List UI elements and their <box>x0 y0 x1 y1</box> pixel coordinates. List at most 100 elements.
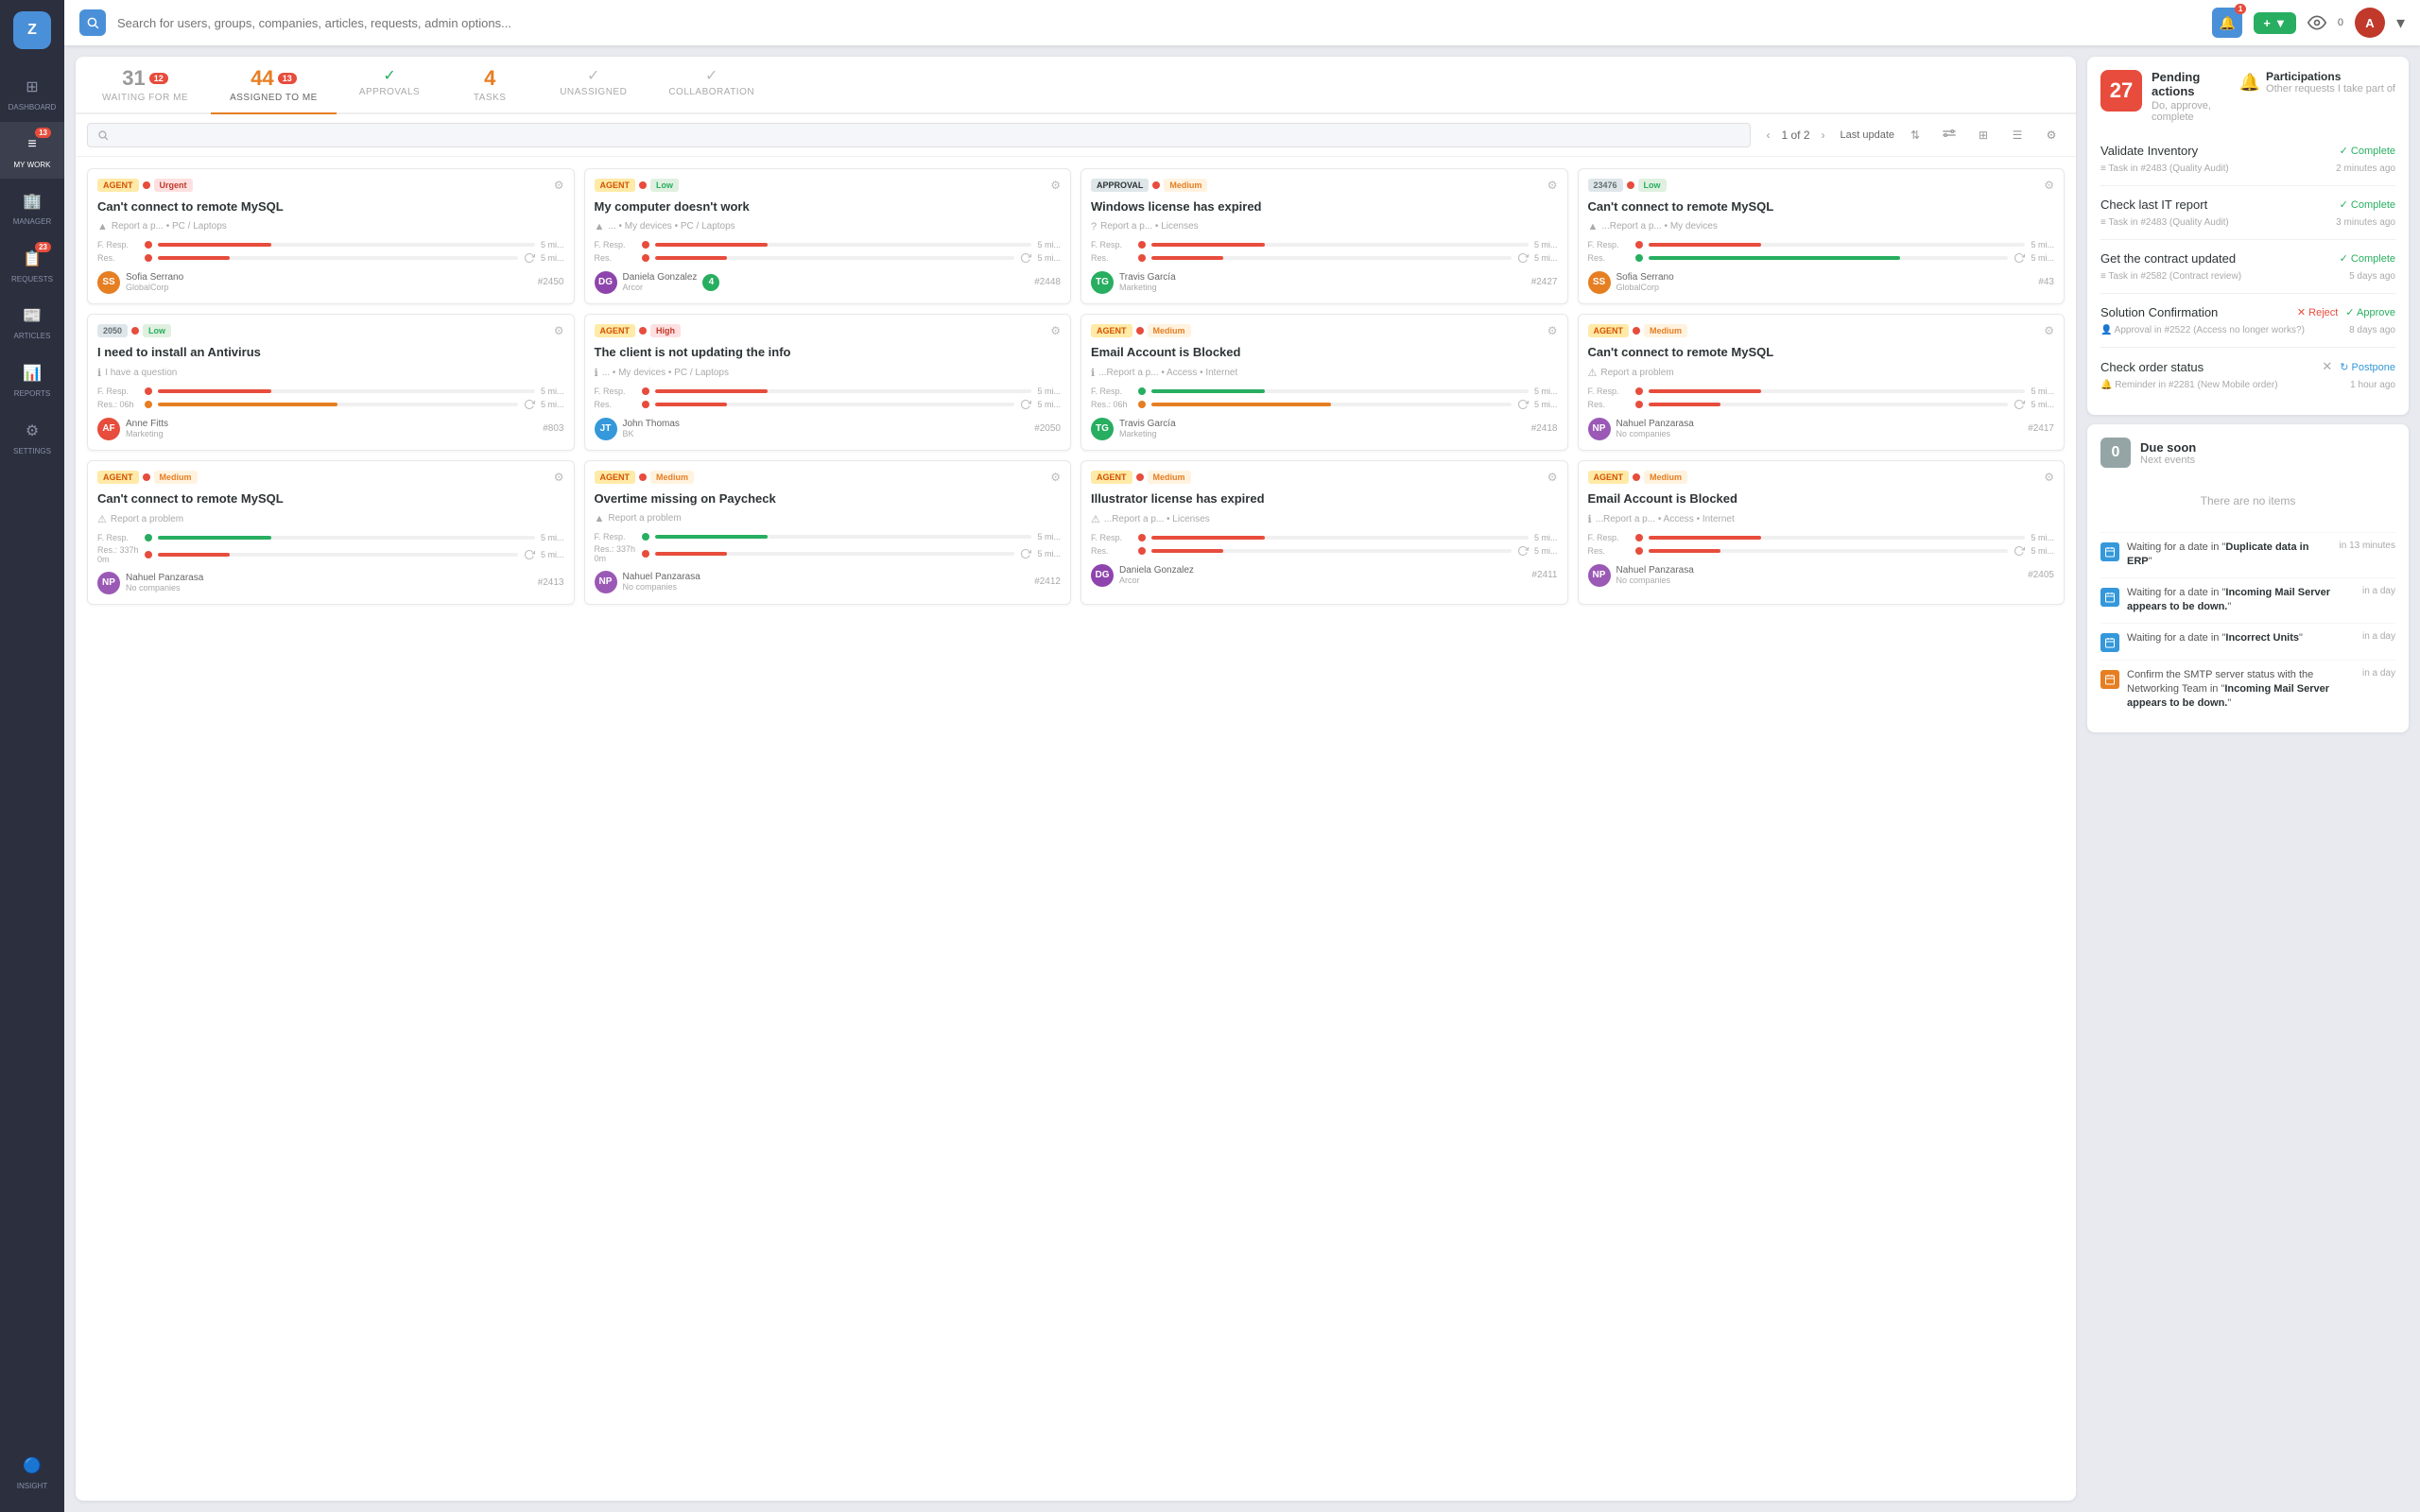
res-bar-row: Res. 5 mi... <box>595 252 1062 264</box>
tab-assigned[interactable]: 44 13 ASSIGNED TO ME <box>211 57 337 114</box>
waiting-item: Waiting for a date in "Incoming Mail Ser… <box>2100 577 2395 623</box>
wi-link[interactable]: Duplicate data in ERP <box>2127 541 2308 567</box>
res-dot <box>1635 547 1643 555</box>
global-search-input[interactable] <box>117 16 2201 30</box>
kanban-card-c11[interactable]: AGENT Medium ⚙ Illustrator license has e… <box>1080 460 1568 605</box>
meta-icon: ? <box>1091 221 1097 232</box>
tabs-row: 31 12 WAITING FOR ME 44 13 ASSIGNED TO M… <box>76 57 2076 114</box>
sidebar-item-mywork[interactable]: ≡ 13 MY WORK <box>0 122 64 180</box>
card-gear-icon[interactable]: ⚙ <box>1050 179 1061 192</box>
ri-tag: 🔔 Reminder in #2281 (New Mobile order) <box>2100 380 2278 390</box>
kanban-card-c9[interactable]: AGENT Medium ⚙ Can't connect to remote M… <box>87 460 575 605</box>
sort-icon[interactable]: ⇅ <box>1902 122 1928 148</box>
reject-button[interactable]: ✕ Reject <box>2297 306 2338 318</box>
list-view-icon[interactable]: ☰ <box>2004 122 2031 148</box>
priority-tag: Medium <box>1164 179 1207 192</box>
kanban-card-c1[interactable]: AGENT Urgent ⚙ Can't connect to remote M… <box>87 168 575 304</box>
card-gear-icon[interactable]: ⚙ <box>2044 324 2054 337</box>
kanban-card-c3[interactable]: APPROVAL Medium ⚙ Windows license has ex… <box>1080 168 1568 304</box>
sidebar-item-dashboard[interactable]: ⊞ DASHBOARD <box>0 64 64 122</box>
approve-button[interactable]: ✓ Approve <box>2345 306 2395 318</box>
sidebar-item-reports[interactable]: 📊 REPORTS <box>0 351 64 408</box>
kanban-card-c6[interactable]: AGENT High ⚙ The client is not updating … <box>584 314 1072 451</box>
res-label: Res. <box>1588 400 1630 409</box>
sidebar-label-insight: INSIGHT <box>17 1482 47 1491</box>
user-info: John Thomas BK <box>623 419 680 438</box>
meta-text: ... • My devices • PC / Laptops <box>608 221 735 232</box>
type-dot <box>1627 181 1634 189</box>
wi-link[interactable]: Incoming Mail Server appears to be down. <box>2127 683 2329 709</box>
card-gear-icon[interactable]: ⚙ <box>554 324 564 337</box>
kanban-card-c10[interactable]: AGENT Medium ⚙ Overtime missing on Paych… <box>584 460 1072 605</box>
sidebar-item-requests[interactable]: 📋 23 REQUESTS <box>0 236 64 294</box>
grid-view-icon[interactable]: ⊞ <box>1970 122 1996 148</box>
ri-title: Check order status <box>2100 360 2204 374</box>
wi-icon <box>2100 588 2119 607</box>
fresp-bar-row: F. Resp. 5 mi... <box>1588 240 2055 249</box>
sidebar-item-articles[interactable]: 📰 ARTICLES <box>0 293 64 351</box>
settings-gear-icon[interactable]: ⚙ <box>2038 122 2065 148</box>
kanban-card-c7[interactable]: AGENT Medium ⚙ Email Account is Blocked … <box>1080 314 1568 451</box>
card-user: NP Nahuel Panzarasa No companies <box>595 571 700 593</box>
card-gear-icon[interactable]: ⚙ <box>2044 471 2054 484</box>
refresh-icon <box>1020 548 1031 559</box>
card-gear-icon[interactable]: ⚙ <box>1050 324 1061 337</box>
user-avatar-top[interactable]: A <box>2355 8 2385 38</box>
tab-waiting[interactable]: 31 12 WAITING FOR ME <box>83 57 207 114</box>
wi-icon <box>2100 670 2119 689</box>
card-gear-icon[interactable]: ⚙ <box>1050 471 1061 484</box>
card-gear-icon[interactable]: ⚙ <box>554 179 564 192</box>
approvals-check-icon: ✓ <box>383 66 395 85</box>
type-dot <box>1633 473 1640 481</box>
kanban-card-c5[interactable]: 2050 Low ⚙ I need to install an Antiviru… <box>87 314 575 451</box>
eye-icon-button[interactable] <box>2308 13 2326 32</box>
ri-actions: ✕ Reject ✓ Approve <box>2297 306 2395 318</box>
fresp-fill <box>1151 389 1265 393</box>
sidebar-item-settings[interactable]: ⚙ SETTINGS <box>0 408 64 466</box>
due-count: 0 <box>2100 438 2131 468</box>
card-footer: NP Nahuel Panzarasa No companies #2413 <box>97 572 564 594</box>
wi-link[interactable]: Incorrect Units <box>2225 632 2299 644</box>
sidebar-item-insight[interactable]: 🔵 INSIGHT <box>0 1443 64 1501</box>
next-page-button[interactable]: › <box>1814 126 1833 145</box>
card-gear-icon[interactable]: ⚙ <box>554 471 564 484</box>
status-complete: ✓ Complete <box>2340 252 2395 265</box>
sidebar-label-reports: REPORTS <box>14 389 51 399</box>
fresp-dot <box>642 533 649 541</box>
res-track <box>655 403 1015 406</box>
kanban-card-c2[interactable]: AGENT Low ⚙ My computer doesn't work ▲ .… <box>584 168 1072 304</box>
kanban-search-input[interactable] <box>114 129 1741 142</box>
search-icon-button[interactable] <box>79 9 106 36</box>
card-gear-icon[interactable]: ⚙ <box>2044 179 2054 192</box>
res-label: Res. <box>1588 253 1630 263</box>
kanban-card-c4[interactable]: 23476 Low ⚙ Can't connect to remote MySQ… <box>1578 168 2066 304</box>
tab-assigned-badge: 13 <box>278 73 297 84</box>
card-gear-icon[interactable]: ⚙ <box>1547 471 1558 484</box>
notification-button[interactable]: 🔔 1 <box>2212 8 2242 38</box>
res-dot <box>1138 547 1146 555</box>
tab-unassigned[interactable]: ✓ UNASSIGNED <box>541 57 646 114</box>
res-fill <box>158 553 230 557</box>
user-avatar: NP <box>595 571 617 593</box>
fresp-fill <box>158 389 271 393</box>
kanban-card-c8[interactable]: AGENT Medium ⚙ Can't connect to remote M… <box>1578 314 2066 451</box>
fresp-time: 5 mi... <box>1534 240 1558 249</box>
filter-slider-icon[interactable] <box>1936 122 1962 148</box>
card-gear-icon[interactable]: ⚙ <box>1547 179 1558 192</box>
fresp-dot <box>642 241 649 249</box>
tab-tasks[interactable]: 4 TASKS <box>442 57 537 114</box>
card-number: #2411 <box>1531 570 1557 580</box>
tab-approvals[interactable]: ✓ APPROVALS <box>340 57 439 114</box>
prev-page-button[interactable]: ‹ <box>1758 126 1777 145</box>
kanban-search[interactable] <box>87 123 1751 147</box>
sidebar-item-manager[interactable]: 🏢 MANAGER <box>0 179 64 236</box>
wi-link[interactable]: Incoming Mail Server appears to be down. <box>2127 587 2330 612</box>
postpone-button[interactable]: ↻ Postpone <box>2340 359 2395 374</box>
kanban-card-c12[interactable]: AGENT Medium ⚙ Email Account is Blocked … <box>1578 460 2066 605</box>
bar-time: 5 mi... <box>2031 546 2054 556</box>
res-label: Res. <box>595 253 636 263</box>
chevron-down-icon[interactable]: ▾ <box>2396 13 2405 33</box>
tab-collaboration[interactable]: ✓ COLLABORATION <box>649 57 773 114</box>
card-gear-icon[interactable]: ⚙ <box>1547 324 1558 337</box>
add-button[interactable]: + ▼ <box>2254 12 2295 34</box>
